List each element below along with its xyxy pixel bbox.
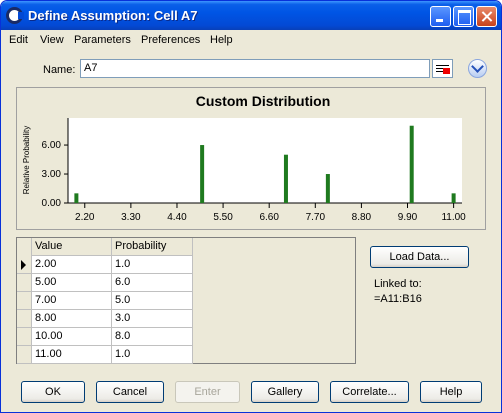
table-row[interactable]: 5.00 6.0 [17,274,193,292]
value-cell[interactable]: 7.00 [32,292,112,310]
title-bar[interactable]: Define Assumption: Cell A7 [1,1,501,30]
linked-range: =A11:B16 [374,293,422,305]
probability-bar [409,125,414,203]
current-row-indicator-icon[interactable] [17,256,32,274]
define-assumption-window: Define Assumption: Cell A7 Edit View Par… [0,0,502,413]
row-header[interactable] [17,328,32,346]
window-title: Define Assumption: Cell A7 [28,8,198,23]
value-cell[interactable]: 5.00 [32,274,112,292]
value-cell[interactable]: 2.00 [32,256,112,274]
row-header[interactable] [17,310,32,328]
probability-cell[interactable]: 5.0 [112,292,193,310]
value-cell[interactable]: 11.00 [32,346,112,364]
load-data-button[interactable]: Load Data... [370,246,469,268]
table-row[interactable]: 8.00 3.0 [17,310,193,328]
linked-info: Linked to: =A11:B16 [374,277,422,307]
menu-edit[interactable]: Edit [9,34,28,46]
menu-bar: Edit View Parameters Preferences Help [1,31,501,50]
enter-button: Enter [175,381,240,403]
plot-area [68,118,462,203]
row-header[interactable] [17,346,32,364]
expand-chevron-icon[interactable] [468,59,487,78]
row-header[interactable] [17,274,32,292]
probability-cell[interactable]: 1.0 [112,346,193,364]
probability-cell[interactable]: 1.0 [112,256,193,274]
help-button[interactable]: Help [420,381,482,403]
probability-bar [325,174,330,203]
name-input[interactable]: A7 [80,59,430,78]
cancel-button[interactable]: Cancel [96,381,164,403]
probability-bar [74,193,79,203]
column-header-probability[interactable]: Probability [112,238,193,256]
table-row[interactable]: 7.00 5.0 [17,292,193,310]
x-tick-label: 9.90 [398,212,418,223]
x-tick-label: 5.50 [213,212,233,223]
cell-range-marker [443,68,450,74]
value-cell[interactable]: 8.00 [32,310,112,328]
x-tick-label: 4.40 [167,212,187,223]
y-axis-label: Relative Probability [22,126,31,194]
probability-bar [200,145,205,203]
chart-title: Custom Distribution [196,93,331,109]
table-row[interactable]: 2.00 1.0 [17,256,193,274]
table-row[interactable]: 10.00 8.0 [17,328,193,346]
x-tick-label: 6.60 [259,212,279,223]
y-tick-label: 6.00 [42,140,62,151]
close-button[interactable] [476,6,497,27]
minimize-button[interactable] [430,6,451,27]
probability-bar [283,154,288,203]
x-tick-label: 7.70 [306,212,326,223]
menu-view[interactable]: View [40,34,64,46]
probability-cell[interactable]: 8.0 [112,328,193,346]
probability-cell[interactable]: 3.0 [112,310,193,328]
linked-label: Linked to: [374,278,422,290]
table-row[interactable]: 11.00 1.0 [17,346,193,364]
x-tick-label: 2.20 [75,212,95,223]
column-header-value[interactable]: Value [32,238,112,256]
y-tick-label: 0.00 [42,198,62,209]
y-tick-label: 3.00 [42,169,62,180]
distribution-chart-panel: Custom Distribution Relative Probability… [16,87,486,230]
x-tick-label: 8.80 [352,212,372,223]
gallery-button[interactable]: Gallery [251,381,319,403]
value-cell[interactable]: 10.00 [32,328,112,346]
ok-button[interactable]: OK [21,381,85,403]
menu-help[interactable]: Help [210,34,233,46]
maximize-button[interactable] [453,6,474,27]
probability-bar [451,193,456,203]
x-tick-label: 11.00 [441,212,466,223]
crystal-ball-app-icon [6,7,24,24]
row-header[interactable] [17,292,32,310]
name-label: Name: [43,64,76,76]
cell-reference-button[interactable] [432,59,453,78]
distribution-chart: Custom Distribution Relative Probability… [22,93,466,223]
menu-preferences[interactable]: Preferences [141,34,200,46]
correlate-button[interactable]: Correlate... [330,381,409,403]
x-tick-label: 3.30 [121,212,141,223]
probability-cell[interactable]: 6.0 [112,274,193,292]
data-grid[interactable]: Value Probability 2.00 1.0 5.00 6.0 7.00 5.0 8… [16,237,356,364]
menu-parameters[interactable]: Parameters [74,34,131,46]
